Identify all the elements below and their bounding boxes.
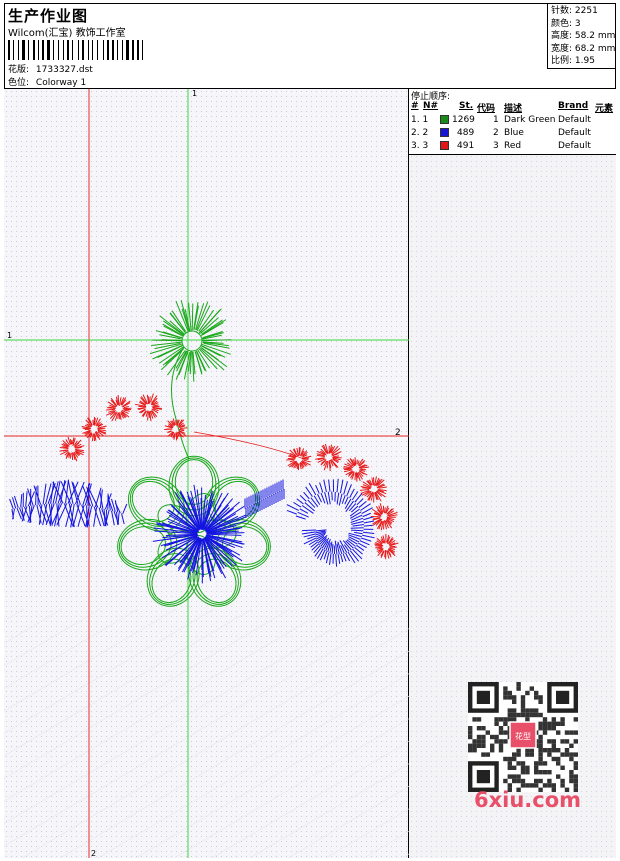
table-row[interactable]: 1. 1 1269 1 Dark Green Default xyxy=(409,115,616,127)
stat-colors: 颜色: 3 xyxy=(551,18,581,29)
col-brand: Brand xyxy=(558,101,589,111)
stat-ratio: 比例: 1.95 xyxy=(551,56,595,67)
stat-stitches: 针数: 2251 xyxy=(551,6,598,16)
colorway-row: 色位: Colorway 1 xyxy=(8,75,86,88)
company-name: Wilcom(汇宝) 教饰工作室 xyxy=(8,28,126,39)
guide-label-h1: 1 xyxy=(7,331,12,340)
watermark-logo: 6xiu.com xyxy=(474,788,582,812)
colorway-label: 色位: xyxy=(8,78,30,88)
pattern-value: 1733327.dst xyxy=(35,65,93,75)
table-row[interactable]: 2. 2 489 2 Blue Default xyxy=(409,128,616,140)
stat-height: 高度: 58.2 mm xyxy=(551,31,616,42)
table-header: # N# St. 代码 描述 Brand 元素 xyxy=(409,101,616,114)
embroidery-preview: 1 2 1 2 xyxy=(4,89,409,858)
col-st: St. xyxy=(459,101,474,111)
header: 生产作业图 Wilcom(汇宝) 教饰工作室 花版: 1733327.dst 色… xyxy=(4,3,616,89)
col-no: N# xyxy=(423,101,439,111)
col-desc: 描述 xyxy=(504,104,523,114)
col-elem: 元素 xyxy=(595,104,614,114)
stat-width: 宽度: 68.2 mm xyxy=(551,43,616,54)
color-swatch xyxy=(440,141,449,150)
color-swatch xyxy=(440,128,449,137)
stats-box: 针数: 2251 颜色: 3 高度: 58.2 mm 宽度: 68.2 mm 比… xyxy=(547,3,616,69)
color-swatch xyxy=(440,115,449,124)
design-canvas[interactable]: 1 2 1 2 xyxy=(4,89,409,858)
guide-label-v2: 2 xyxy=(91,849,96,858)
pattern-row: 花版: 1733327.dst xyxy=(8,62,93,75)
barcode xyxy=(8,40,143,60)
col-idx: # xyxy=(411,101,419,111)
embroidery-design xyxy=(9,299,399,607)
col-code: 代码 xyxy=(477,104,496,114)
stop-sequence-table: 停止顺序: # N# St. 代码 描述 Brand 元素 1. 1 1269 … xyxy=(409,89,616,155)
table-row[interactable]: 3. 3 491 3 Red Default xyxy=(409,141,616,153)
guide-label-h2: 2 xyxy=(395,428,401,438)
colorway-value: Colorway 1 xyxy=(35,78,87,88)
pattern-label: 花版: xyxy=(8,65,30,75)
qr-code: 花型 xyxy=(468,682,578,792)
guide-label-v1: 1 xyxy=(192,89,197,98)
svg-text:花型: 花型 xyxy=(515,731,531,741)
page-title: 生产作业图 xyxy=(8,7,89,25)
